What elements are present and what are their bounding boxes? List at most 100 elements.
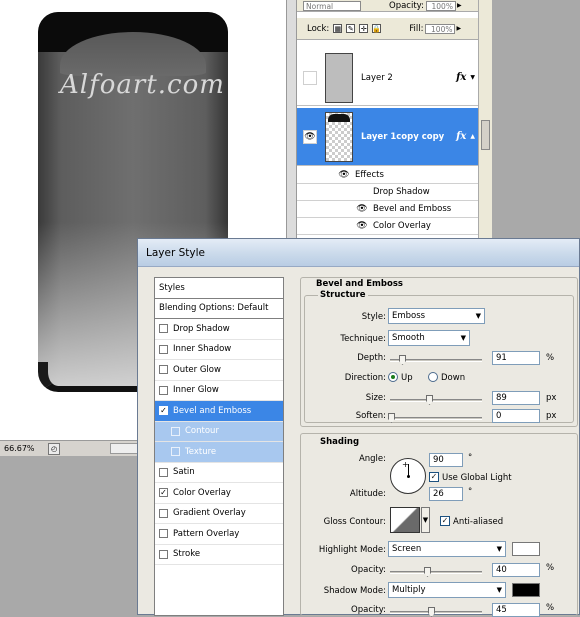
style-item-texture[interactable]: Texture: [155, 442, 283, 463]
scrollbar-thumb[interactable]: [481, 120, 490, 150]
direction-down-radio[interactable]: [428, 372, 438, 382]
eye-icon[interactable]: 👁: [337, 170, 351, 180]
soften-input[interactable]: 0: [492, 409, 540, 423]
eye-icon[interactable]: 👁: [355, 204, 369, 214]
lock-all-icon[interactable]: 🔒: [372, 24, 382, 33]
anti-aliased-checkbox[interactable]: ✓: [440, 516, 450, 526]
blend-mode-row: Normal Opacity: 100% ▶: [297, 0, 479, 12]
style-item-outer-glow[interactable]: Outer Glow: [155, 360, 283, 381]
angle-input[interactable]: 90: [429, 453, 463, 467]
eye-icon[interactable]: 👁: [355, 221, 369, 231]
style-item-drop-shadow[interactable]: Drop Shadow: [155, 319, 283, 340]
style-checkbox[interactable]: [171, 447, 180, 457]
style-item-inner-glow[interactable]: Inner Glow: [155, 381, 283, 401]
lock-transparency-icon[interactable]: ▦: [333, 24, 343, 33]
chevron-down-icon: ▼: [475, 312, 481, 320]
layer-name[interactable]: Layer 1copy copy: [361, 132, 456, 142]
effect-row-drop-shadow[interactable]: Drop Shadow: [297, 184, 479, 201]
highlight-opacity-slider[interactable]: [390, 567, 482, 577]
blending-options-item[interactable]: Blending Options: Default: [155, 299, 283, 319]
style-checkbox-checked[interactable]: ✓: [159, 406, 168, 416]
style-item-stroke[interactable]: Stroke: [155, 545, 283, 565]
layer-name[interactable]: Layer 2: [361, 73, 456, 83]
styles-header[interactable]: Styles: [155, 278, 283, 299]
altitude-input[interactable]: 26: [429, 487, 463, 501]
style-checkbox[interactable]: [159, 549, 168, 559]
technique-select[interactable]: Smooth ▼: [388, 330, 470, 346]
style-item-gradient-overlay[interactable]: Gradient Overlay: [155, 504, 283, 524]
style-checkbox[interactable]: [159, 344, 168, 354]
style-label: Contour: [185, 426, 219, 437]
highlight-opacity-unit: %: [546, 563, 555, 573]
style-checkbox[interactable]: [159, 365, 168, 375]
watermark-text: Alfoart.com: [60, 70, 225, 100]
depth-input[interactable]: 91: [492, 351, 540, 365]
direction-up-radio[interactable]: [388, 372, 398, 382]
shadow-opacity-slider[interactable]: [390, 607, 482, 617]
lock-image-icon[interactable]: ✎: [346, 24, 356, 33]
opacity-arrow-icon[interactable]: ▶: [457, 2, 462, 9]
bevel-emboss-panel: Bevel and Emboss Structure Style: Emboss…: [300, 277, 578, 617]
style-select[interactable]: Emboss ▼: [388, 308, 485, 324]
style-checkbox[interactable]: [159, 467, 168, 477]
style-value: Emboss: [392, 311, 426, 321]
zoom-level[interactable]: 66.67%: [4, 444, 44, 453]
fill-input[interactable]: 100%: [425, 23, 456, 34]
style-checkbox-checked[interactable]: ✓: [159, 488, 168, 498]
collapse-arrow-icon[interactable]: ▲: [470, 133, 475, 140]
opacity-input[interactable]: 100%: [425, 0, 456, 11]
shadow-opacity-unit: %: [546, 603, 555, 613]
use-global-light-checkbox[interactable]: ✓: [429, 472, 439, 482]
style-item-inner-shadow[interactable]: Inner Shadow: [155, 340, 283, 360]
soften-slider[interactable]: [388, 413, 482, 423]
highlight-opacity-input[interactable]: 40: [492, 563, 540, 577]
style-checkbox[interactable]: [159, 385, 168, 395]
style-checkbox[interactable]: [159, 324, 168, 334]
size-input[interactable]: 89: [492, 391, 540, 405]
fx-icon[interactable]: fx: [456, 72, 466, 83]
fill-arrow-icon[interactable]: ▶: [456, 25, 461, 32]
gloss-contour-picker[interactable]: [390, 507, 420, 533]
shadow-mode-select[interactable]: Multiply ▼: [388, 582, 506, 598]
soften-unit: px: [546, 411, 557, 421]
blend-mode-select[interactable]: Normal: [303, 0, 361, 11]
layer-thumbnail: [325, 111, 353, 162]
style-checkbox[interactable]: [159, 529, 168, 539]
layer-thumbnail: [325, 52, 353, 103]
style-item-pattern-overlay[interactable]: Pattern Overlay: [155, 524, 283, 545]
layer-row-layer-1copy-copy[interactable]: 👁 Layer 1copy copy fx ▲: [297, 108, 479, 166]
style-label: Stroke: [173, 549, 201, 560]
expand-arrow-icon[interactable]: ▼: [470, 74, 475, 81]
effects-row[interactable]: 👁 Effects: [297, 167, 479, 184]
style-item-satin[interactable]: Satin: [155, 463, 283, 483]
depth-slider[interactable]: [390, 355, 482, 365]
size-slider[interactable]: [390, 395, 482, 405]
highlight-color-swatch[interactable]: [512, 542, 540, 556]
highlight-mode-select[interactable]: Screen ▼: [388, 541, 506, 557]
lock-label: Lock:: [307, 23, 330, 34]
effect-row-color-overlay[interactable]: 👁 Color Overlay: [297, 218, 479, 235]
opacity-label: Opacity:: [389, 0, 424, 11]
style-checkbox[interactable]: [171, 426, 180, 436]
fx-icon[interactable]: fx: [456, 131, 466, 142]
structure-legend: Structure: [318, 290, 368, 300]
visibility-toggle[interactable]: [303, 70, 317, 85]
layer-row-layer-2[interactable]: Layer 2 fx ▼: [297, 50, 479, 106]
layers-scrollbar[interactable]: [478, 0, 492, 240]
style-checkbox[interactable]: [159, 508, 168, 518]
angle-dial[interactable]: +: [390, 458, 426, 494]
style-item-bevel-and-emboss[interactable]: ✓ Bevel and Emboss: [155, 401, 283, 422]
altitude-unit: °: [468, 487, 473, 497]
shadow-color-swatch[interactable]: [512, 583, 540, 597]
contour-dropdown-icon[interactable]: ▼: [421, 507, 430, 533]
eye-icon[interactable]: 👁: [303, 129, 317, 144]
effect-row-bevel-and-emboss[interactable]: 👁 Bevel and Emboss: [297, 201, 479, 218]
style-label: Satin: [173, 467, 195, 478]
lock-position-icon[interactable]: ✛: [359, 24, 369, 33]
style-item-contour[interactable]: Contour: [155, 421, 283, 442]
effects-label: Effects: [355, 170, 384, 180]
dialog-title-bar[interactable]: Layer Style: [138, 239, 579, 267]
style-item-color-overlay[interactable]: ✓ Color Overlay: [155, 483, 283, 504]
navigator-icon[interactable]: ◴: [48, 442, 60, 455]
highlight-mode-value: Screen: [392, 544, 422, 554]
